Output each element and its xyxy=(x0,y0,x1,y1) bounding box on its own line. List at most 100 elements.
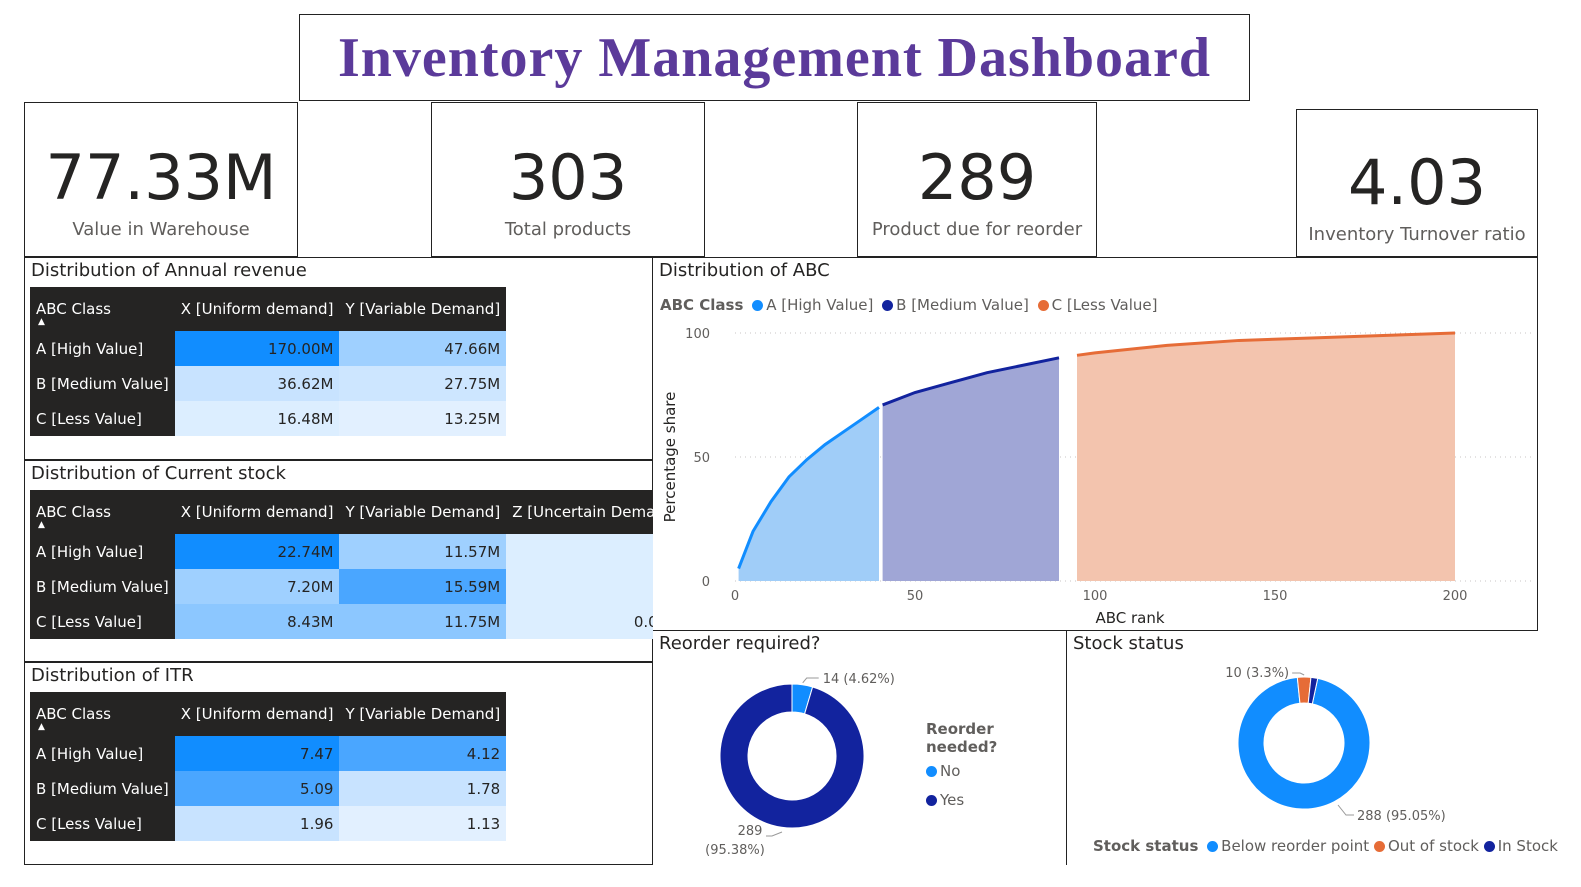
table-row[interactable]: A [High Value] 7.47 4.12 xyxy=(30,736,507,771)
dashboard-title-box: Inventory Management Dashboard xyxy=(299,14,1250,101)
row-label: C [Less Value] xyxy=(30,401,175,436)
column-header-abc-class[interactable]: ABC Class ▲ xyxy=(30,287,175,331)
x-axis-label: ABC rank xyxy=(1095,609,1164,627)
row-label: B [Medium Value] xyxy=(30,771,175,806)
kpi-card-inventory-turnover-ratio[interactable]: 4.03 Inventory Turnover ratio xyxy=(1296,109,1538,257)
cell-y: 1.78 xyxy=(339,771,507,806)
cell-x: 22.74M xyxy=(174,534,340,569)
kpi-label: Inventory Turnover ratio xyxy=(1308,224,1526,245)
legend-item-below-reorder-point[interactable]: Below reorder point xyxy=(1207,837,1369,855)
table-row[interactable]: B [Medium Value] 36.62M 27.75M xyxy=(30,366,507,401)
slice-label-yes-value: 289 xyxy=(738,824,763,839)
table-row[interactable]: A [High Value] 22.74M 11.57M xyxy=(30,534,687,569)
column-header-y[interactable]: Y [Variable Demand] xyxy=(339,287,507,331)
panel-title: Distribution of Current stock xyxy=(31,463,286,484)
panel-title: Distribution of ITR xyxy=(31,665,194,686)
x-tick-label: 100 xyxy=(1083,589,1108,604)
legend-dot-icon xyxy=(926,766,937,777)
legend-item-out-of-stock[interactable]: Out of stock xyxy=(1373,837,1479,855)
current-stock-matrix[interactable]: ABC Class ▲ X [Uniform demand] Y [Variabl… xyxy=(30,490,687,639)
column-header-y[interactable]: Y [Variable Demand] xyxy=(339,490,507,534)
kpi-value: 289 xyxy=(917,141,1037,214)
itr-matrix[interactable]: ABC Class ▲ X [Uniform demand] Y [Variabl… xyxy=(30,692,507,841)
legend-item-in-stock[interactable]: In Stock xyxy=(1483,837,1558,855)
kpi-card-product-due-for-reorder[interactable]: 289 Product due for reorder xyxy=(857,102,1097,257)
abc-area-chart[interactable]: 0 50 100 0 50 100 150 200 ABC rank Percentage sha… xyxy=(653,258,1537,630)
column-header-x[interactable]: X [Uniform demand] xyxy=(174,287,340,331)
table-row[interactable]: C [Less Value] 8.43M 11.75M 0.04M xyxy=(30,604,687,639)
cell-y: 11.75M xyxy=(339,604,507,639)
current-stock-panel[interactable]: Distribution of Current stock ABC Class ▲… xyxy=(24,460,687,662)
cell-x: 170.00M xyxy=(174,331,340,366)
column-header-abc-class[interactable]: ABC Class ▲ xyxy=(30,490,175,534)
slice-label-below-reorder: 288 (95.05%) xyxy=(1357,809,1446,824)
row-label: C [Less Value] xyxy=(30,604,175,639)
kpi-value: 77.33M xyxy=(45,141,277,214)
legend-dot-icon xyxy=(1207,841,1219,852)
kpi-label: Total products xyxy=(504,219,632,240)
y-axis-label: Percentage share xyxy=(661,392,679,523)
cell-x: 16.48M xyxy=(174,401,340,436)
kpi-value: 303 xyxy=(508,141,628,214)
row-label: B [Medium Value] xyxy=(30,366,175,401)
y-tick-label: 0 xyxy=(702,575,710,590)
kpi-card-total-products[interactable]: 303 Total products xyxy=(431,102,705,257)
cell-y: 1.13 xyxy=(339,806,507,841)
table-row[interactable]: A [High Value] 170.00M 47.66M xyxy=(30,331,507,366)
y-tick-label: 50 xyxy=(693,451,710,466)
column-header-x[interactable]: X [Uniform demand] xyxy=(174,490,340,534)
y-tick-label: 100 xyxy=(685,327,710,342)
cell-x: 36.62M xyxy=(174,366,340,401)
cell-y: 27.75M xyxy=(339,366,507,401)
column-header-y[interactable]: Y [Variable Demand] xyxy=(339,692,507,736)
kpi-label: Product due for reorder xyxy=(871,219,1083,240)
cell-x: 1.96 xyxy=(174,806,340,841)
sort-ascending-icon[interactable]: ▲ xyxy=(38,318,45,327)
x-tick-label: 0 xyxy=(731,589,739,604)
cell-y: 4.12 xyxy=(339,736,507,771)
kpi-value: 4.03 xyxy=(1347,146,1487,219)
abc-chart-panel[interactable]: Distribution of ABC ABC Class A [High Va… xyxy=(653,257,1538,631)
cell-x: 8.43M xyxy=(174,604,340,639)
column-header-abc-class[interactable]: ABC Class ▲ xyxy=(30,692,175,736)
annual-revenue-panel[interactable]: Distribution of Annual revenue ABC Class… xyxy=(24,257,653,460)
kpi-card-value-in-warehouse[interactable]: 77.33M Value in Warehouse xyxy=(24,102,298,257)
cell-x: 5.09 xyxy=(174,771,340,806)
area-series-3 xyxy=(1077,333,1455,581)
stock-status-donut-chart[interactable]: 10 (3.3%) 288 (95.05%) xyxy=(1067,631,1538,865)
sort-ascending-icon[interactable]: ▲ xyxy=(38,521,45,530)
leader-line xyxy=(766,831,783,837)
table-row[interactable]: B [Medium Value] 7.20M 15.59M xyxy=(30,569,687,604)
reorder-panel[interactable]: Reorder required? 14 (4.62%) 289 (95.38%) … xyxy=(653,631,1066,865)
table-row[interactable]: C [Less Value] 16.48M 13.25M xyxy=(30,401,507,436)
leader-line xyxy=(1337,804,1354,816)
legend-dot-icon xyxy=(926,795,937,806)
table-row[interactable]: C [Less Value] 1.96 1.13 xyxy=(30,806,507,841)
column-header-x[interactable]: X [Uniform demand] xyxy=(174,692,340,736)
row-label: A [High Value] xyxy=(30,736,175,771)
legend-item-yes[interactable]: Yes xyxy=(926,791,1066,809)
row-label: A [High Value] xyxy=(30,534,175,569)
annual-revenue-matrix[interactable]: ABC Class ▲ X [Uniform demand] Y [Variabl… xyxy=(30,287,507,436)
cell-x: 7.20M xyxy=(174,569,340,604)
stock-status-legend[interactable]: Stock status Below reorder point Out of … xyxy=(1093,837,1558,855)
itr-panel[interactable]: Distribution of ITR ABC Class ▲ X [Unifor… xyxy=(24,662,653,865)
cell-y: 11.57M xyxy=(339,534,507,569)
cell-y: 15.59M xyxy=(339,569,507,604)
legend-title: Stock status xyxy=(1093,837,1199,855)
legend-item-no[interactable]: No xyxy=(926,762,1066,780)
sort-ascending-icon[interactable]: ▲ xyxy=(38,723,45,732)
x-tick-label: 50 xyxy=(907,589,924,604)
stock-status-panel[interactable]: Stock status 10 (3.3%) 288 (95.05%) Stock… xyxy=(1066,631,1558,865)
reorder-legend[interactable]: Reorder needed? No Yes xyxy=(926,720,1066,809)
table-row[interactable]: B [Medium Value] 5.09 1.78 xyxy=(30,771,507,806)
slice-label-out-of-stock: 10 (3.3%) xyxy=(1225,666,1289,681)
cell-x: 7.47 xyxy=(174,736,340,771)
dashboard-title: Inventory Management Dashboard xyxy=(337,26,1212,89)
area-series-1 xyxy=(738,407,879,581)
x-tick-label: 200 xyxy=(1443,589,1468,604)
legend-title: Reorder needed? xyxy=(926,720,998,756)
x-tick-label: 150 xyxy=(1263,589,1288,604)
kpi-label: Value in Warehouse xyxy=(72,219,250,240)
panel-title: Distribution of Annual revenue xyxy=(31,260,307,281)
